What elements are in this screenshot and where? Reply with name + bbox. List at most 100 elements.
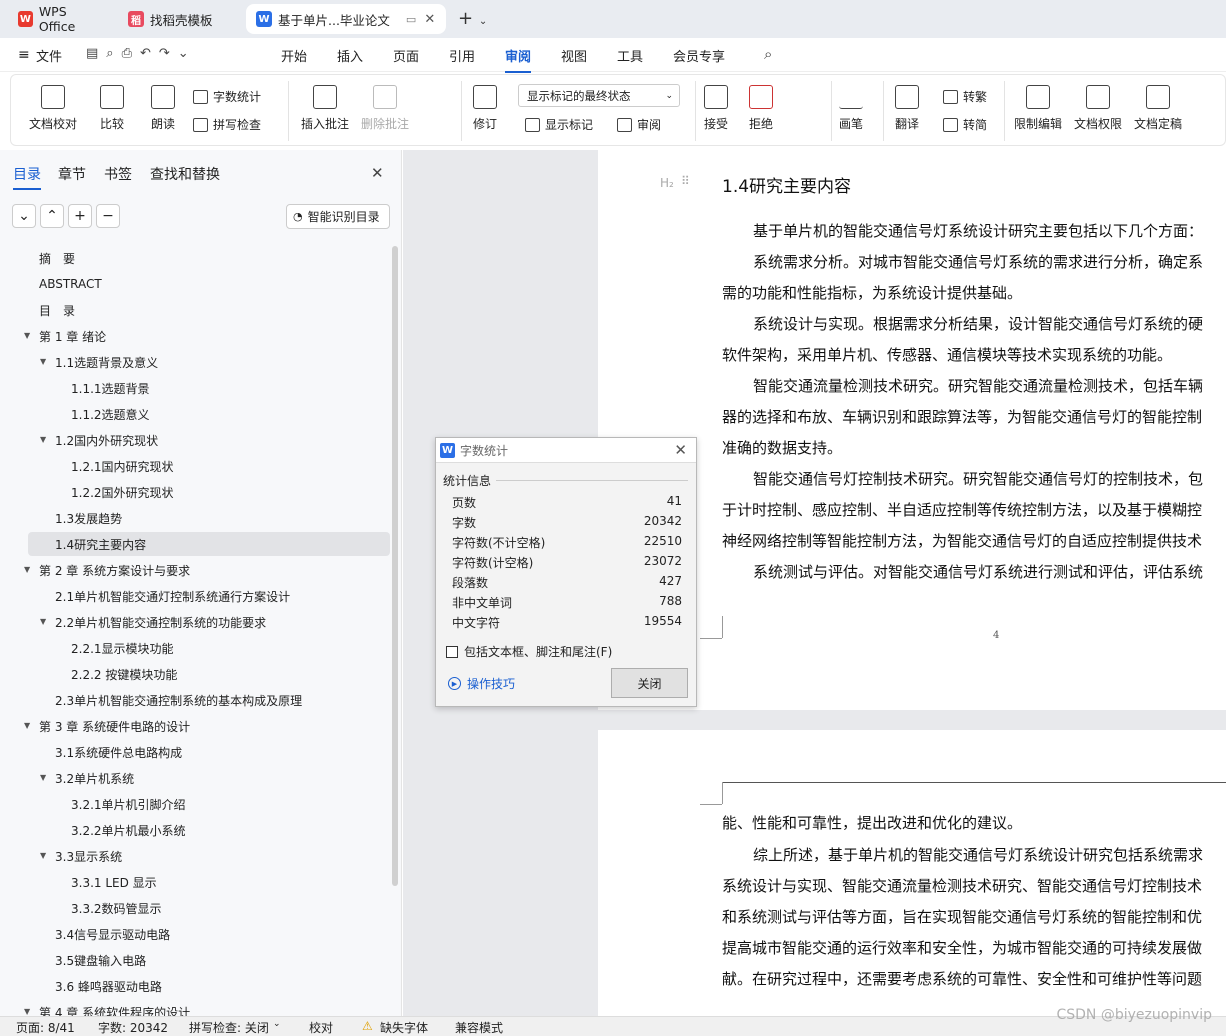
toc-item[interactable]: 3.5键盘输入电路 (55, 948, 146, 972)
nav-scrollbar[interactable] (392, 246, 398, 886)
toc-item[interactable]: 2.1单片机智能交通灯控制系统通行方案设计 (55, 584, 290, 608)
show-markup-button[interactable]: 显示标记 (525, 116, 593, 133)
toc-item[interactable]: 2.2单片机智能交通控制系统的功能要求 (55, 610, 266, 634)
dialog-close-button[interactable]: 关闭 (611, 668, 688, 698)
toc-item[interactable]: 1.2国内外研究现状 (55, 428, 158, 452)
status-missing-font[interactable]: 缺失字体 (380, 1019, 428, 1036)
toc-item[interactable]: 3.3.2数码管显示 (71, 896, 162, 920)
include-textbox-checkbox[interactable]: 包括文本框、脚注和尾注(F) (446, 643, 612, 660)
delete-comment-button[interactable]: 删除批注 (361, 85, 409, 132)
dialog-close-icon[interactable]: ✕ (674, 441, 687, 459)
nav-tab-chapters[interactable]: 章节 (58, 164, 86, 184)
drag-handle-icon[interactable]: ⠿ (681, 174, 690, 188)
toc-item[interactable]: 3.2.2单片机最小系统 (71, 818, 186, 842)
toc-item[interactable]: 1.2.2国外研究现状 (71, 480, 174, 504)
expand-triangle-icon[interactable]: ▼ (24, 1007, 30, 1016)
menu-page[interactable]: 页面 (393, 46, 419, 65)
toc-item[interactable]: ABSTRACT (39, 272, 102, 296)
chevron-down-icon[interactable]: ⌄ (273, 1019, 281, 1029)
toc-item[interactable]: 3.3.1 LED 显示 (71, 870, 157, 894)
menu-review[interactable]: 审阅 (505, 46, 532, 73)
toc-item[interactable]: 摘 要 (39, 246, 75, 270)
hamburger-icon[interactable]: ≡ (18, 47, 30, 63)
toc-item[interactable]: 3.1系统硬件总电路构成 (55, 740, 182, 764)
status-words[interactable]: 字数: 20342 (98, 1019, 168, 1036)
toc-item[interactable]: 3.3显示系统 (55, 844, 122, 868)
tab-wps-office[interactable]: W WPS Office (8, 4, 112, 34)
menu-reference[interactable]: 引用 (449, 46, 475, 65)
expand-triangle-icon[interactable]: ▼ (24, 331, 30, 340)
translate-button[interactable]: 翻译 (895, 85, 919, 132)
toc-item[interactable]: 1.4研究主要内容 (28, 532, 390, 556)
to-traditional-button[interactable]: 转繁 (943, 88, 987, 105)
nav-tab-toc[interactable]: 目录 (13, 164, 41, 190)
menu-tools[interactable]: 工具 (617, 46, 643, 65)
doc-check-button[interactable]: 文档校对 (29, 85, 77, 132)
menu-membership[interactable]: 会员专享 (673, 46, 725, 65)
doc-permission-button[interactable]: 文档权限 (1074, 85, 1122, 132)
spell-check-button[interactable]: 拼写检查 (193, 116, 261, 133)
menu-view[interactable]: 视图 (561, 46, 587, 65)
smart-toc-button[interactable]: ◔ 智能识别目录 (286, 204, 390, 229)
pin-window-icon[interactable]: ▭ (406, 13, 416, 26)
new-tab-button[interactable]: + ⌄ (458, 8, 487, 29)
status-spell[interactable]: 拼写检查: 关闭 (189, 1019, 269, 1036)
toc-item[interactable]: 1.1选题背景及意义 (55, 350, 158, 374)
close-tab-icon[interactable]: ✕ (424, 12, 435, 27)
expand-triangle-icon[interactable]: ▼ (40, 773, 46, 782)
expand-triangle-icon[interactable]: ▼ (24, 565, 30, 574)
toc-item[interactable]: 2.3单片机智能交通控制系统的基本构成及原理 (55, 688, 302, 712)
remove-heading-button[interactable]: − (96, 204, 120, 228)
markup-display-select[interactable]: 显示标记的最终状态 ⌄ (518, 84, 680, 107)
toc-item[interactable]: 3.2单片机系统 (55, 766, 134, 790)
menu-file[interactable]: 文件 (36, 46, 62, 65)
add-heading-button[interactable]: + (68, 204, 92, 228)
status-page[interactable]: 页面: 8/41 (16, 1019, 75, 1036)
toc-item[interactable]: 3.4信号显示驱动电路 (55, 922, 170, 946)
expand-triangle-icon[interactable]: ▼ (40, 435, 46, 444)
toc-item[interactable]: 2.2.1显示模块功能 (71, 636, 174, 660)
dialog-title-bar[interactable]: W 字数统计 ✕ (436, 438, 696, 463)
close-pane-icon[interactable]: ✕ (371, 164, 384, 182)
review-pane-button[interactable]: 审阅 (617, 116, 661, 133)
toc-item[interactable]: 第 1 章 绪论 (39, 324, 106, 348)
nav-tab-bookmarks[interactable]: 书签 (104, 164, 132, 184)
tips-link[interactable]: ▶ 操作技巧 (448, 675, 515, 692)
quick-access-icons[interactable]: ▤⌕⎙↶↷⌄ (86, 46, 197, 61)
menu-insert[interactable]: 插入 (337, 46, 363, 65)
expand-triangle-icon[interactable]: ▼ (40, 357, 46, 366)
expand-triangle-icon[interactable]: ▼ (24, 721, 30, 730)
expand-triangle-icon[interactable]: ▼ (40, 851, 46, 860)
nav-tab-find-replace[interactable]: 查找和替换 (150, 164, 220, 184)
restrict-edit-button[interactable]: 限制编辑 (1014, 85, 1062, 132)
tab-current-document[interactable]: W 基于单片...毕业论文 ▭ ✕ (246, 4, 446, 34)
toc-item[interactable]: 1.2.1国内研究现状 (71, 454, 174, 478)
to-simplified-button[interactable]: 转简 (943, 116, 987, 133)
tab-docer-templates[interactable]: 稻 找稻壳模板 (118, 4, 242, 34)
read-aloud-button[interactable]: 朗读 (151, 85, 175, 132)
checkbox-box[interactable] (446, 645, 458, 658)
toc-item[interactable]: 1.1.2选题意义 (71, 402, 150, 426)
toc-item[interactable]: 3.6 蜂鸣器驱动电路 (55, 974, 162, 998)
pen-button[interactable]: 画笔 (839, 85, 863, 132)
toc-item[interactable]: 2.2.2 按键模块功能 (71, 662, 177, 686)
insert-comment-button[interactable]: 插入批注 (301, 85, 349, 132)
toc-item[interactable]: 3.2.1单片机引脚介绍 (71, 792, 186, 816)
expand-down-button[interactable]: ⌄ (12, 204, 36, 228)
menu-home[interactable]: 开始 (281, 46, 307, 65)
search-icon[interactable]: ⌕ (764, 45, 772, 63)
word-count-button[interactable]: 字数统计 (193, 88, 261, 105)
compare-button[interactable]: 比较 (100, 85, 124, 132)
accept-button[interactable]: 接受 (704, 85, 728, 132)
reject-button[interactable]: 拒绝 (749, 85, 773, 132)
toc-item[interactable]: 1.1.1选题背景 (71, 376, 150, 400)
toc-item[interactable]: 第 3 章 系统硬件电路的设计 (39, 714, 190, 738)
expand-triangle-icon[interactable]: ▼ (40, 617, 46, 626)
track-changes-button[interactable]: 修订 (473, 85, 497, 132)
finalize-button[interactable]: 文档定稿 (1134, 85, 1182, 132)
toc-item[interactable]: 1.3发展趋势 (55, 506, 122, 530)
toc-item[interactable]: 目 录 (39, 298, 75, 322)
toc-item[interactable]: 第 2 章 系统方案设计与要求 (39, 558, 190, 582)
status-proof[interactable]: 校对 (309, 1019, 333, 1036)
collapse-up-button[interactable]: ⌃ (40, 204, 64, 228)
